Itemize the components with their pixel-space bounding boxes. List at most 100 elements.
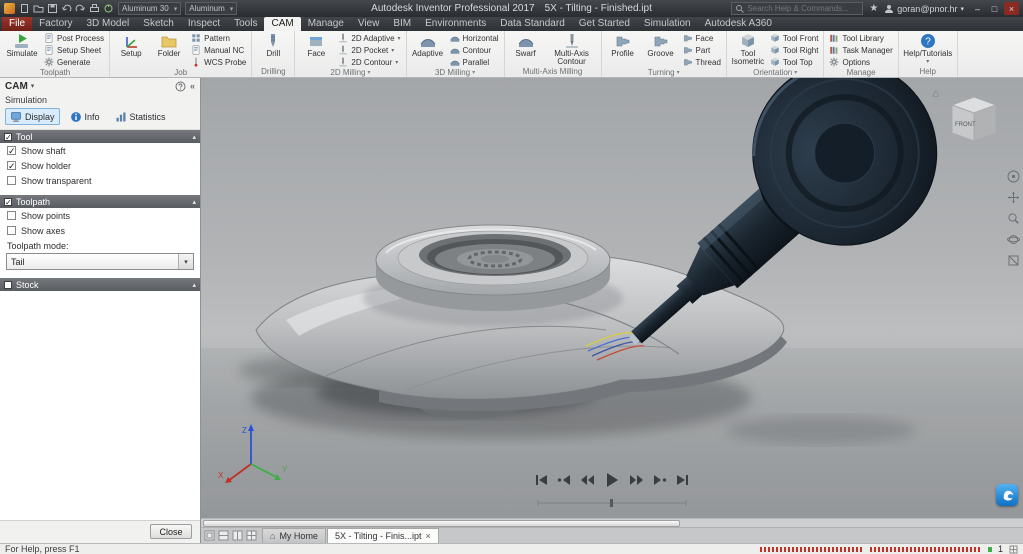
turn-part-button[interactable]: Part	[681, 44, 723, 56]
slider-handle[interactable]	[610, 499, 613, 507]
tab-cam[interactable]: CAM	[264, 17, 300, 31]
rewind-button[interactable]	[580, 474, 595, 486]
tab-get-started[interactable]: Get Started	[572, 17, 637, 31]
generate-button[interactable]: Generate	[42, 56, 106, 68]
app-logo-icon[interactable]	[4, 3, 15, 14]
drill-button[interactable]: Drill	[255, 32, 291, 66]
minimize-button[interactable]: –	[970, 2, 985, 15]
pan-icon[interactable]	[1007, 191, 1020, 204]
steering-wheel-icon[interactable]	[1007, 170, 1020, 183]
view-cube[interactable]: FRONT	[945, 92, 1003, 150]
step-back-button[interactable]	[557, 474, 571, 486]
tab-document[interactable]: 5X - Tilting - Finis...ipt ×	[327, 528, 439, 543]
tool-isometric-button[interactable]: Tool Isometric	[730, 32, 766, 68]
maximize-button[interactable]: □	[987, 2, 1002, 15]
tab-view[interactable]: View	[351, 17, 387, 31]
home-view-icon[interactable]: ⌂	[932, 88, 939, 100]
tool-top-button[interactable]: Tool Top	[768, 56, 821, 68]
show-transparent-row[interactable]: Show transparent	[0, 173, 200, 188]
setup-button[interactable]: Setup	[113, 32, 149, 68]
options-button[interactable]: Options	[827, 56, 894, 68]
save-icon[interactable]	[47, 3, 58, 14]
show-transparent-checkbox[interactable]	[7, 176, 16, 185]
info-button[interactable]: Info	[65, 108, 105, 125]
show-holder-row[interactable]: ✓ Show holder	[0, 158, 200, 173]
switch-windows-icon[interactable]	[246, 530, 257, 541]
toolpath-mode-select[interactable]: Tail ▾	[6, 253, 194, 270]
viewport-3d[interactable]: FRONT ⌂ Z X Y	[201, 78, 1023, 518]
close-button[interactable]: Close	[150, 524, 192, 539]
orbit-icon[interactable]	[1007, 233, 1020, 246]
tab-environments[interactable]: Environments	[418, 17, 493, 31]
tool-right-button[interactable]: Tool Right	[768, 44, 821, 56]
zoom-icon[interactable]	[1007, 212, 1020, 225]
stock-section-checkbox[interactable]	[4, 281, 12, 289]
tab-data-standard[interactable]: Data Standard	[493, 17, 572, 31]
favorites-star-icon[interactable]: ★	[869, 4, 878, 14]
panel-collapse-icon[interactable]: «	[190, 81, 195, 91]
tool-section-checkbox[interactable]: ✓	[4, 133, 12, 141]
manual-nc-button[interactable]: Manual NC	[189, 44, 248, 56]
panel-header[interactable]: CAM ▾ «	[0, 78, 200, 94]
statistics-button[interactable]: Statistics	[110, 108, 171, 125]
tool-library-button[interactable]: Tool Library	[827, 32, 894, 44]
setup-sheet-button[interactable]: Setup Sheet	[42, 44, 106, 56]
adaptive-button[interactable]: Adaptive	[410, 32, 446, 68]
horizontal-button[interactable]: Horizontal	[448, 32, 501, 44]
update-icon[interactable]	[103, 3, 114, 14]
tab-manage[interactable]: Manage	[301, 17, 351, 31]
groove-button[interactable]: Groove	[643, 32, 679, 68]
task-manager-button[interactable]: Task Manager	[827, 44, 894, 56]
tab-factory[interactable]: Factory	[32, 17, 79, 31]
tab-inspect[interactable]: Inspect	[181, 17, 227, 31]
show-axes-checkbox[interactable]	[7, 226, 16, 235]
undo-icon[interactable]	[61, 3, 72, 14]
new-file-icon[interactable]	[19, 3, 30, 14]
show-axes-row[interactable]: Show axes	[0, 223, 200, 238]
2d-contour-button[interactable]: 2D Contour▾	[336, 56, 402, 68]
toolpath-section-checkbox[interactable]: ✓	[4, 198, 12, 206]
show-points-checkbox[interactable]	[7, 211, 16, 220]
collapse-icon[interactable]: ▴	[192, 281, 196, 289]
2d-adaptive-button[interactable]: 2D Adaptive▾	[336, 32, 402, 44]
grid-view-icon[interactable]	[1009, 545, 1018, 554]
swarf-button[interactable]: Swarf	[508, 32, 544, 66]
help-tutorials-button[interactable]: Help/Tutorials ▾	[902, 32, 954, 66]
fast-forward-button[interactable]	[629, 474, 644, 486]
play-button[interactable]	[604, 472, 620, 488]
panel-help-icon[interactable]	[175, 81, 186, 92]
stock-section-header[interactable]: Stock ▴	[0, 278, 200, 291]
tab-bim[interactable]: BIM	[386, 17, 418, 31]
profile-button[interactable]: Profile	[605, 32, 641, 68]
close-tab-icon[interactable]: ×	[425, 531, 430, 541]
appearance-combo[interactable]: Aluminum ▾	[185, 2, 237, 15]
skip-to-start-button[interactable]	[535, 474, 548, 486]
search-box[interactable]	[731, 2, 863, 15]
screencast-icon[interactable]	[996, 484, 1018, 506]
tab-my-home[interactable]: ⌂ My Home	[262, 528, 326, 543]
turn-thread-button[interactable]: Thread	[681, 56, 723, 68]
print-icon[interactable]	[89, 3, 100, 14]
material-combo[interactable]: Aluminum 30 ▾	[118, 2, 181, 15]
display-button[interactable]: Display	[5, 108, 60, 125]
scrollbar-thumb[interactable]	[203, 520, 680, 527]
tab-simulation[interactable]: Simulation	[637, 17, 698, 31]
collapse-icon[interactable]: ▴	[192, 198, 196, 206]
tab-sketch[interactable]: Sketch	[136, 17, 181, 31]
show-points-row[interactable]: Show points	[0, 208, 200, 223]
step-forward-button[interactable]	[653, 474, 667, 486]
tab-3d-model[interactable]: 3D Model	[79, 17, 136, 31]
collapse-icon[interactable]: ▴	[192, 133, 196, 141]
show-holder-checkbox[interactable]: ✓	[7, 161, 16, 170]
horizontal-scrollbar[interactable]	[201, 518, 1023, 527]
turn-face-button[interactable]: Face	[681, 32, 723, 44]
close-window-button[interactable]: ×	[1004, 2, 1019, 15]
cascade-windows-icon[interactable]	[204, 530, 215, 541]
tile-horizontal-icon[interactable]	[218, 530, 229, 541]
search-input[interactable]	[747, 4, 859, 13]
tab-autodesk-a360[interactable]: Autodesk A360	[698, 17, 779, 31]
skip-to-end-button[interactable]	[676, 474, 689, 486]
tab-file[interactable]: File	[2, 17, 32, 31]
multi-axis-contour-button[interactable]: Multi-Axis Contour	[546, 32, 598, 66]
face-button[interactable]: Face	[298, 32, 334, 68]
